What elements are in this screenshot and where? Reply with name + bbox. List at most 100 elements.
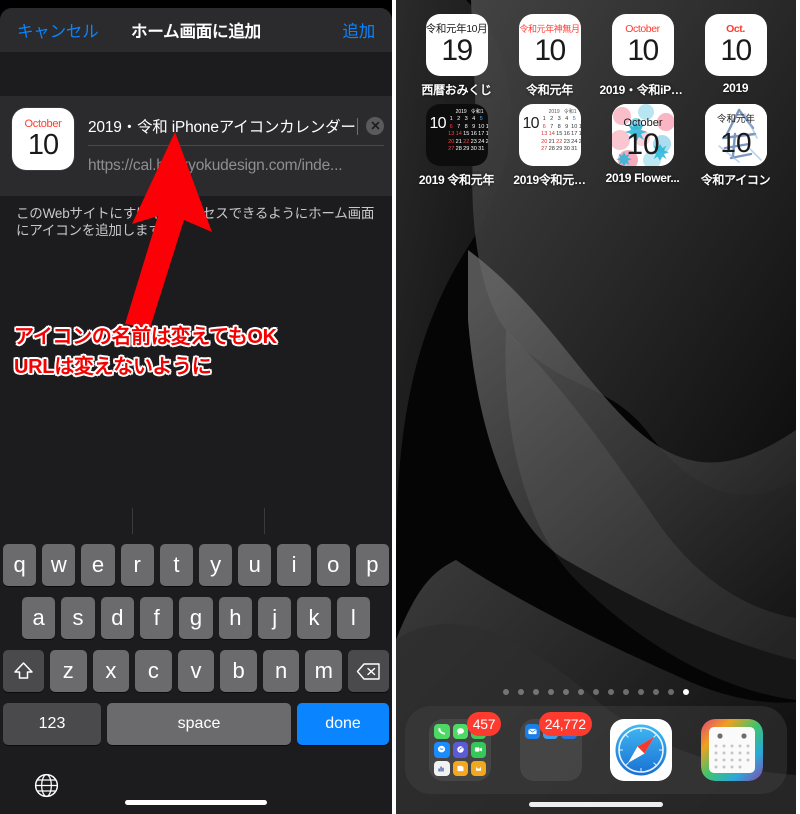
page-dot[interactable]: [653, 689, 659, 695]
app-icon-2019-flower[interactable]: October 10 2019 Flower...: [596, 104, 689, 188]
safari-icon: [610, 719, 673, 781]
key-b[interactable]: b: [220, 650, 257, 692]
key-d[interactable]: d: [100, 597, 134, 639]
icon-day-text: 10: [534, 34, 566, 67]
key-h[interactable]: h: [218, 597, 252, 639]
name-input[interactable]: 2019・令和 iPhoneアイコンカレンダー: [88, 115, 359, 137]
key-i[interactable]: i: [277, 544, 311, 586]
page-dot[interactable]: [593, 689, 599, 695]
key-y[interactable]: y: [199, 544, 233, 586]
key-w[interactable]: w: [42, 544, 76, 586]
key-l[interactable]: l: [336, 597, 370, 639]
mini-app-empty-2: [543, 742, 558, 757]
key-u[interactable]: u: [238, 544, 272, 586]
page-dot[interactable]: [503, 689, 509, 695]
mini-week-4: 20212223242526: [541, 138, 580, 145]
svg-text:10: 10: [626, 128, 659, 161]
shift-arrow-icon[interactable]: [2, 650, 44, 692]
clear-icon[interactable]: [366, 116, 385, 135]
space-key[interactable]: space: [107, 703, 291, 745]
keyboard-bottom-row: [0, 756, 392, 814]
site-icon-preview: October 10: [12, 108, 74, 170]
app-icon-2019-reiwa-gannen-light[interactable]: 2019 令和1 10 12345 6789101112 13141516171…: [503, 104, 596, 188]
page-dot[interactable]: [533, 689, 539, 695]
mini-week-3: 13141516171819: [541, 131, 580, 137]
mini-app-messenger: [434, 742, 450, 758]
mini-week-4: 20212223242526: [448, 138, 487, 145]
mini-app-analytics: [434, 760, 450, 776]
icon-day-text: 19: [441, 34, 473, 67]
page-dot[interactable]: [578, 689, 584, 695]
key-k[interactable]: k: [297, 597, 331, 639]
mini-week-1: 12345: [449, 116, 483, 122]
suggestion-divider-1: [132, 508, 133, 534]
mini-calendar-grid: 12345 6789101112 13141516171819 20212223…: [541, 116, 581, 162]
mini-app-phone: [434, 724, 450, 740]
page-dot[interactable]: [668, 689, 674, 695]
mini-week-3: 13141516171819: [448, 131, 487, 137]
dock-item-sns-folder[interactable]: 457: [429, 712, 502, 781]
key-r[interactable]: r: [120, 544, 154, 586]
key-c[interactable]: c: [135, 650, 172, 692]
numbers-key[interactable]: 123: [3, 703, 101, 745]
mini-era: 令和1: [470, 109, 484, 115]
key-n[interactable]: n: [262, 650, 300, 692]
mini-app-mail: [524, 724, 541, 740]
key-f[interactable]: f: [140, 597, 174, 639]
page-dot[interactable]: [518, 689, 524, 695]
key-s[interactable]: s: [61, 597, 95, 639]
mini-app-empty-3: [561, 742, 576, 757]
page-dot[interactable]: [623, 689, 629, 695]
software-keyboard: q w e r t y u i o p a s d f g h j k l z …: [0, 500, 392, 814]
mini-month-number: 10: [429, 115, 447, 132]
app-icon-2019[interactable]: Oct. 10 2019: [689, 14, 782, 98]
key-e[interactable]: e: [81, 544, 115, 586]
key-a[interactable]: a: [22, 597, 56, 639]
mini-year: 2019: [548, 109, 560, 115]
page-dot[interactable]: [563, 689, 569, 695]
app-label: 令和アイコン: [700, 173, 771, 187]
key-x[interactable]: x: [92, 650, 130, 692]
key-j[interactable]: j: [257, 597, 292, 639]
add-button[interactable]: 追加: [342, 18, 375, 42]
mini-week-5: 27 28 29 30 31: [448, 146, 485, 152]
key-z[interactable]: z: [49, 650, 87, 692]
cancel-button[interactable]: キャンセル: [17, 18, 99, 42]
page-dot[interactable]: [608, 689, 614, 695]
dock-item-mail-folder[interactable]: 24,772: [519, 712, 592, 781]
globe-icon[interactable]: [34, 773, 59, 798]
page-indicator[interactable]: [396, 689, 796, 695]
done-key[interactable]: done: [297, 703, 389, 745]
backspace-icon[interactable]: [348, 650, 390, 692]
page-dot[interactable]: [548, 689, 554, 695]
app-icon-2019-reiwa-gannen-dark[interactable]: 2019 令和1 10 12345 6789101112 13141516171…: [410, 104, 503, 188]
dock-item-safari[interactable]: [610, 719, 673, 781]
app-icon-reiwa-gannen[interactable]: 令和元年神無月 10 令和元年: [503, 14, 596, 98]
key-q[interactable]: q: [2, 544, 37, 586]
page-dot-active[interactable]: [683, 689, 689, 695]
url-field-row[interactable]: https://cal.hokkyokudesign.com/inde...: [88, 146, 384, 186]
app-icon-reiwa-icon[interactable]: 令和元年 10 令和アイコン: [689, 104, 782, 188]
app-icon-2019-reiwa-iphone[interactable]: October 10 2019・令和iPh...: [596, 14, 689, 98]
url-input[interactable]: https://cal.hokkyokudesign.com/inde...: [88, 157, 342, 175]
mini-week-2: 6789101112: [542, 123, 581, 130]
key-t[interactable]: t: [159, 544, 193, 586]
dock: 457 24,772: [405, 706, 787, 794]
page-dot[interactable]: [638, 689, 644, 695]
site-icon-month: October: [24, 117, 62, 130]
keyboard-row-2: a s d f g h j k l: [3, 597, 389, 639]
name-field-row[interactable]: 2019・令和 iPhoneアイコンカレンダー: [88, 106, 385, 146]
icon-image: 令和元年 10: [704, 104, 767, 166]
app-icon-saireki-omikuji[interactable]: 令和元年10月 19 西暦おみくじ: [410, 14, 503, 98]
mini-app-line: [470, 760, 487, 776]
bookmark-form-card: October 10 2019・令和 iPhoneアイコンカレンダー https…: [0, 96, 392, 196]
key-g[interactable]: g: [179, 597, 213, 639]
key-o[interactable]: o: [316, 544, 350, 586]
dock-item-calendar[interactable]: [700, 719, 763, 781]
key-m[interactable]: m: [305, 650, 343, 692]
key-p[interactable]: p: [355, 544, 390, 586]
key-v[interactable]: v: [177, 650, 215, 692]
keyboard-rows: q w e r t y u i o p a s d f g h j k l z …: [0, 544, 392, 745]
mini-calendar-light: 2019 令和1 10 12345 6789101112 13141516171…: [519, 104, 581, 166]
annotation-line-2: URLは変えないように: [14, 356, 212, 378]
